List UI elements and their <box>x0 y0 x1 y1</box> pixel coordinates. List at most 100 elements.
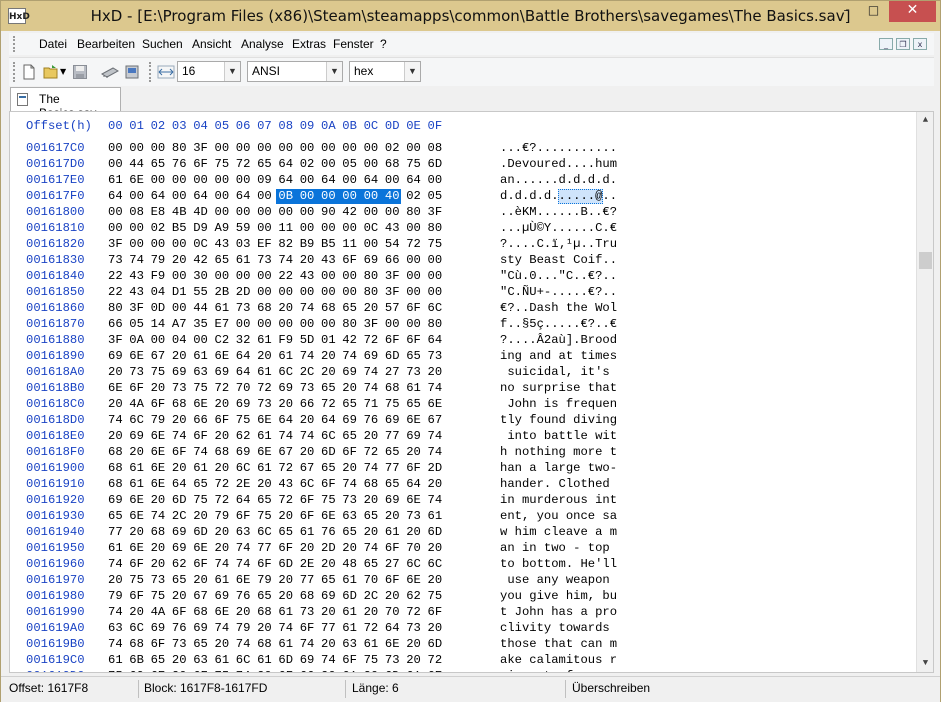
hex-byte[interactable]: 2E <box>300 557 315 571</box>
hex-byte[interactable]: 6C <box>236 653 251 667</box>
hex-byte[interactable]: 0A <box>129 333 144 347</box>
hex-byte[interactable]: 6E <box>257 413 272 427</box>
hex-byte[interactable]: 00 <box>278 285 293 299</box>
hex-byte[interactable]: 00 <box>129 141 144 155</box>
hex-byte[interactable]: 2B <box>215 285 230 299</box>
hex-byte[interactable]: 72 <box>364 333 379 347</box>
hex-byte[interactable]: 61 <box>257 429 272 443</box>
hex-byte[interactable]: 20 <box>364 493 379 507</box>
hex-byte[interactable]: 20 <box>172 253 187 267</box>
hex-byte[interactable]: 44 <box>193 301 208 315</box>
hex-byte[interactable]: 68 <box>108 461 123 475</box>
hex-byte[interactable]: 75 <box>428 589 443 603</box>
hex-byte[interactable]: 00 <box>406 285 421 299</box>
row-text[interactable]: sty Beast Coif.. <box>500 253 617 267</box>
hex-byte[interactable]: 20 <box>321 557 336 571</box>
hex-byte[interactable]: 74 <box>300 637 315 651</box>
hex-byte[interactable]: 00 <box>364 141 379 155</box>
hex-byte[interactable]: 69 <box>406 429 421 443</box>
hex-byte[interactable]: 6C <box>257 525 272 539</box>
hex-byte[interactable]: 00 <box>406 221 421 235</box>
hex-byte[interactable]: 70 <box>236 381 251 395</box>
hex-byte[interactable]: 73 <box>385 653 400 667</box>
row-text[interactable]: suicidal, it's <box>500 365 617 379</box>
hex-byte[interactable]: 02 <box>151 221 166 235</box>
hex-byte[interactable]: 00 <box>151 141 166 155</box>
hex-byte[interactable]: 65 <box>321 461 336 475</box>
hex-byte[interactable]: 74 <box>236 557 251 571</box>
hex-byte[interactable]: 6F <box>193 157 208 171</box>
hex-byte[interactable]: 30 <box>193 269 208 283</box>
hex-row[interactable]: 001617F0 64 00 64 00 64 00 64 00 0B 00 00 00 00 40 02 05… <box>10 189 910 205</box>
hex-byte[interactable]: 6F <box>129 557 144 571</box>
row-text[interactable]: an in two - top <box>500 541 617 555</box>
hex-row[interactable]: 001617E0 61 6E 00 00 00 00 00 09 64 00 64 00 64 00 64 00… <box>10 173 910 189</box>
hex-byte[interactable]: 74 <box>364 365 379 379</box>
hex-byte[interactable]: 02 <box>300 157 315 171</box>
hex-byte[interactable]: 00 <box>300 189 315 203</box>
hex-byte[interactable]: 72 <box>215 493 230 507</box>
hex-byte[interactable]: 20 <box>151 557 166 571</box>
hex-row[interactable]: 001619D0 75 69 6E 20 6F 75 74 20 6F 66 20 61 20 6D 61 6E… <box>10 669 910 672</box>
hex-byte[interactable]: 69 <box>364 349 379 363</box>
hex-byte[interactable]: 00 <box>236 317 251 331</box>
hex-byte[interactable]: 00 <box>172 301 187 315</box>
hex-byte[interactable]: 75 <box>428 237 443 251</box>
row-text[interactable]: those that can m <box>500 637 617 651</box>
hex-byte[interactable]: 20 <box>215 397 230 411</box>
hex-byte[interactable]: 64 <box>406 173 421 187</box>
hex-byte[interactable]: 20 <box>278 301 293 315</box>
open-dropdown-arrow-icon[interactable]: ▼ <box>60 64 68 80</box>
hex-byte[interactable]: 75 <box>129 573 144 587</box>
hex-byte[interactable]: 6F <box>342 253 357 267</box>
hex-byte[interactable]: 6F <box>300 621 315 635</box>
chevron-down-icon[interactable]: ▼ <box>224 62 240 81</box>
hex-byte[interactable]: 76 <box>321 525 336 539</box>
row-text[interactable]: to bottom. He'll <box>500 557 617 571</box>
hex-byte[interactable]: 73 <box>108 253 123 267</box>
title-bar[interactable]: HxD HxD - [E:\Program Files (x86)\Steam\… <box>1 1 940 31</box>
hex-byte[interactable]: 72 <box>321 397 336 411</box>
hex-row[interactable]: 00161930 65 6E 74 2C 20 79 6F 75 20 6F 6E 63 65 20 73 61… <box>10 509 910 525</box>
hex-byte[interactable]: 73 <box>172 381 187 395</box>
row-text[interactable]: ...µÙ©Y......C.€ <box>500 221 617 235</box>
hex-byte[interactable]: 72 <box>257 381 272 395</box>
hex-row[interactable]: 00161800 00 08 E8 4B 4D 00 00 00 00 00 90 42 00 00 80 3F… <box>10 205 910 221</box>
hex-byte[interactable]: 61 <box>278 637 293 651</box>
hex-byte[interactable]: 3F <box>193 141 208 155</box>
hex-byte[interactable]: 67 <box>193 589 208 603</box>
hex-byte[interactable]: 61 <box>193 461 208 475</box>
hex-byte[interactable]: 66 <box>193 413 208 427</box>
hex-byte[interactable]: 20 <box>364 301 379 315</box>
row-text[interactable]: t John has a pro <box>500 605 617 619</box>
hex-byte[interactable]: 75 <box>385 397 400 411</box>
hex-byte[interactable]: 00 <box>172 237 187 251</box>
hex-byte[interactable]: 08 <box>129 205 144 219</box>
hex-byte[interactable]: 82 <box>278 237 293 251</box>
hex-byte[interactable]: 02 <box>385 141 400 155</box>
hex-byte[interactable]: 44 <box>129 157 144 171</box>
hex-byte[interactable]: 20 <box>278 573 293 587</box>
hex-byte[interactable]: 00 <box>236 173 251 187</box>
toolbar-grip[interactable] <box>13 62 19 82</box>
hex-byte[interactable]: 6F <box>406 301 421 315</box>
row-text[interactable]: tly found diving <box>500 413 617 427</box>
hex-byte[interactable]: 61 <box>257 653 272 667</box>
hex-byte[interactable]: 72 <box>236 157 251 171</box>
hex-byte[interactable]: 74 <box>278 429 293 443</box>
hex-byte[interactable]: 74 <box>215 621 230 635</box>
hex-row[interactable]: 00161990 74 20 4A 6F 68 6E 20 68 61 73 20 61 20 70 72 6F… <box>10 605 910 621</box>
hex-byte[interactable]: 69 <box>215 365 230 379</box>
hex-row[interactable]: 00161910 68 61 6E 64 65 72 2E 20 43 6C 6F 74 68 65 64 20… <box>10 477 910 493</box>
hex-row[interactable]: 00161980 79 6F 75 20 67 69 76 65 20 68 69 6D 2C 20 62 75… <box>10 589 910 605</box>
hex-byte[interactable]: 65 <box>151 653 166 667</box>
hex-byte[interactable]: 40 <box>385 189 400 203</box>
hex-byte[interactable]: 6F <box>151 397 166 411</box>
mdi-minimize-button[interactable]: _ <box>879 38 893 50</box>
hex-byte[interactable]: 65 <box>385 445 400 459</box>
hex-byte[interactable]: C2 <box>215 333 230 347</box>
hex-byte[interactable]: 20 <box>406 445 421 459</box>
hex-byte[interactable]: 68 <box>385 381 400 395</box>
hex-byte[interactable]: 68 <box>257 637 272 651</box>
hex-byte[interactable]: 22 <box>278 269 293 283</box>
